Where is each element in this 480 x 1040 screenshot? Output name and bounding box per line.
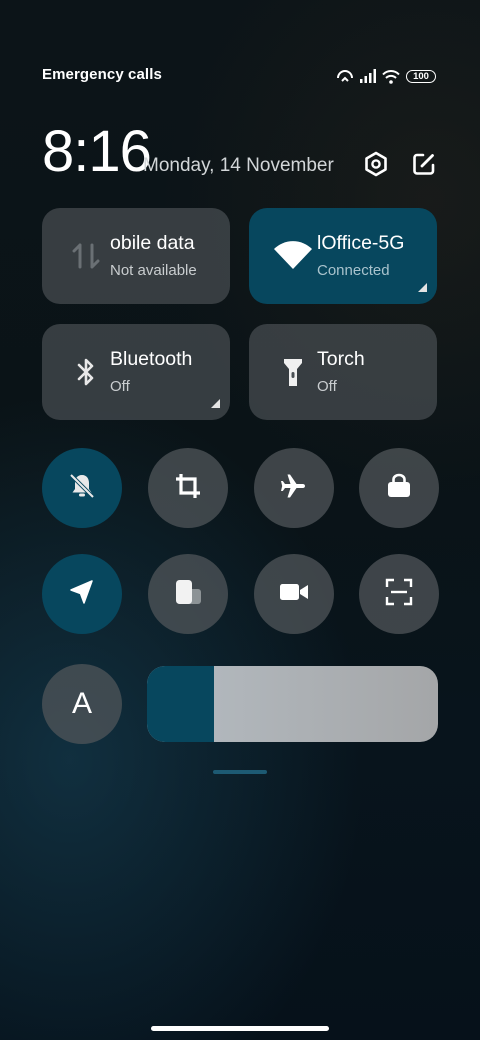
airplane-icon	[279, 471, 309, 506]
clock: 8:16	[42, 119, 152, 184]
bell-off-icon	[67, 471, 97, 506]
toggle-location[interactable]	[42, 554, 122, 634]
auto-brightness-button[interactable]: A	[42, 664, 122, 744]
tile-title: lOffice-5G	[317, 232, 405, 254]
tile-subtitle: Connected	[317, 262, 390, 279]
status-text: Emergency calls o	[42, 66, 166, 83]
tile-title: Torch	[317, 348, 365, 370]
brightness-fill	[147, 666, 214, 742]
tile-bluetooth[interactable]: Bluetooth Off	[42, 324, 230, 420]
toggle-screenshot[interactable]	[148, 448, 228, 528]
expand-corner-icon[interactable]	[211, 399, 220, 408]
edit-icon[interactable]	[410, 150, 438, 178]
tile-subtitle: Off	[110, 378, 130, 395]
lock-icon	[385, 472, 413, 505]
torch-icon	[273, 352, 313, 392]
date: Monday, 14 November	[143, 155, 334, 176]
toggle-scanner[interactable]	[359, 554, 439, 634]
tile-torch[interactable]: Torch Off	[249, 324, 437, 420]
toggle-silent[interactable]	[42, 448, 122, 528]
scan-icon	[385, 578, 413, 611]
expand-corner-icon[interactable]	[418, 283, 427, 292]
tile-subtitle: Not available	[110, 262, 197, 279]
rotate-icon	[172, 576, 204, 613]
tile-wifi[interactable]: lOffice-5G Connected	[249, 208, 437, 304]
location-icon	[67, 577, 97, 612]
toggle-screen-recorder[interactable]	[254, 554, 334, 634]
tile-title: Bluetooth	[110, 348, 193, 370]
mobile-data-icon	[66, 236, 106, 276]
tile-mobile-data[interactable]: obile data Not available	[42, 208, 230, 304]
bluetooth-icon	[66, 352, 106, 392]
toggle-lock[interactable]	[359, 448, 439, 528]
toggle-auto-rotate[interactable]	[148, 554, 228, 634]
battery-icon: 100	[406, 69, 436, 83]
hotspot-icon	[336, 68, 354, 84]
tile-subtitle: Off	[317, 378, 337, 395]
tile-title: obile data	[110, 232, 195, 254]
wifi-icon	[273, 236, 313, 276]
brightness-slider[interactable]	[147, 666, 438, 742]
wifi-status-icon	[382, 69, 400, 84]
home-indicator[interactable]	[151, 1026, 329, 1031]
drag-handle[interactable]	[213, 770, 267, 774]
toggle-airplane[interactable]	[254, 448, 334, 528]
video-camera-icon	[279, 580, 309, 609]
status-icons: 100	[336, 66, 436, 86]
crop-icon	[173, 471, 203, 506]
settings-icon[interactable]	[362, 150, 390, 178]
signal-icon	[360, 69, 376, 83]
auto-brightness-label: A	[71, 687, 92, 720]
